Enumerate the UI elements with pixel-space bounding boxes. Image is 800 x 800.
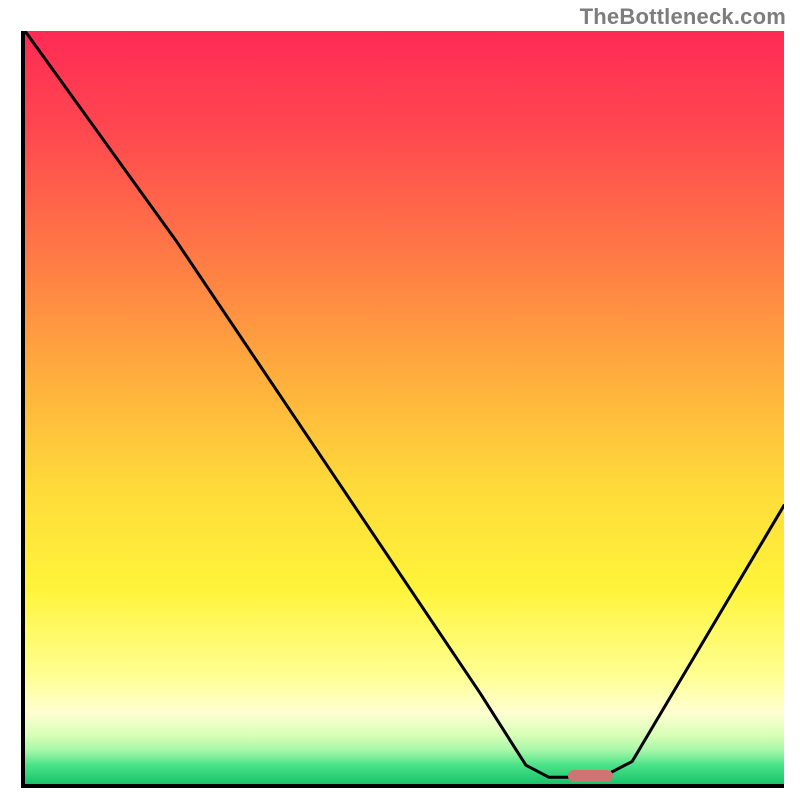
bottleneck-chart: TheBottleneck.com <box>0 0 800 800</box>
bottleneck-marker <box>568 770 614 782</box>
watermark-label: TheBottleneck.com <box>580 4 786 30</box>
chart-svg <box>25 31 784 784</box>
plot-area <box>21 31 784 788</box>
gradient-background <box>25 31 784 784</box>
